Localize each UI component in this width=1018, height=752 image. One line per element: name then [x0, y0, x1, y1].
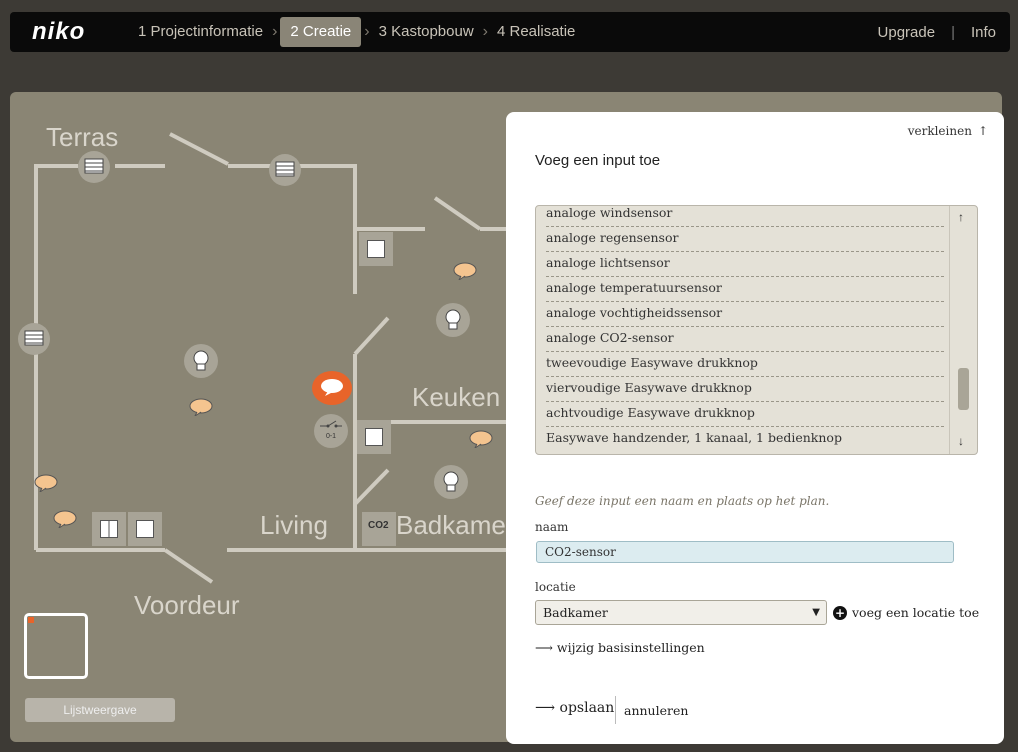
room-label-badkamer: Badkamer [396, 510, 515, 540]
name-label: naam [535, 520, 569, 534]
co2-label: CO2 [368, 520, 389, 531]
list-item[interactable]: Easywave handzender, 1 kanaal, 1 bedienk… [546, 427, 944, 452]
blind-icon[interactable] [18, 323, 50, 355]
change-settings-label: wijzig basisinstellingen [556, 640, 705, 655]
change-settings-link[interactable]: ⟶ wijzig basisinstellingen [535, 640, 705, 655]
chevron-right-icon: › [482, 23, 488, 40]
plus-icon: + [833, 605, 847, 620]
room-label-voordeur: Voordeur [134, 590, 240, 620]
switch-icon[interactable] [128, 512, 162, 546]
location-label: locatie [535, 580, 576, 594]
selected-speech-bubble-icon[interactable] [312, 371, 352, 405]
list-item[interactable]: analoge CO2-sensor [546, 327, 944, 352]
panel-title: Voeg een input toe [535, 152, 661, 169]
list-item[interactable]: viervoudige Easywave drukknop [546, 377, 944, 402]
step-creatie[interactable]: 2 Creatie [280, 17, 362, 47]
room-label-keuken: Keuken [412, 382, 501, 412]
upgrade-link[interactable]: Upgrade [878, 24, 936, 41]
speech-bubble-icon[interactable] [469, 430, 493, 448]
switch-icon[interactable] [357, 420, 391, 454]
co2-sensor-icon[interactable]: CO2 [362, 512, 396, 546]
scroll-down-icon[interactable]: ↓ [958, 434, 964, 448]
speech-bubble-icon[interactable] [453, 262, 477, 280]
nav-separator: | [951, 23, 955, 41]
list-item[interactable]: analoge lichtsensor [546, 252, 944, 277]
list-item[interactable]: analoge regensensor [546, 227, 944, 252]
double-switch-icon[interactable] [92, 512, 126, 546]
minimap-viewport-marker [28, 617, 34, 623]
top-right-links: Upgrade | Info [878, 12, 996, 52]
list-item[interactable]: analoge vochtigheidssensor [546, 302, 944, 327]
wizard-steps: 1 Projectinformatie › 2 Creatie › 3 Kast… [132, 12, 581, 52]
dropdown-arrow-icon: ▼ [812, 607, 820, 618]
save-button[interactable]: ⟶ opslaan [535, 700, 614, 716]
shrink-label: verkleinen [907, 124, 972, 138]
light-bulb-icon[interactable] [434, 465, 468, 499]
location-select-value: Badkamer [543, 605, 608, 620]
blind-icon[interactable] [269, 154, 301, 186]
chevron-right-icon: › [364, 23, 370, 40]
list-item[interactable]: analoge temperatuursensor [546, 277, 944, 302]
arrow-right-icon: ⟶ [535, 640, 557, 655]
add-location-link[interactable]: + voeg een locatie toe [833, 605, 979, 620]
shrink-link[interactable]: verkleinen ↑ [902, 124, 988, 138]
arrow-right-icon: ⟶ [535, 700, 560, 716]
chevron-right-icon: › [272, 23, 278, 40]
hint-text: Geef deze input een naam en plaats op he… [535, 494, 830, 508]
scroll-up-icon[interactable]: ↑ [958, 210, 964, 224]
list-item[interactable]: analoge windsensor [546, 206, 944, 227]
speech-bubble-icon[interactable] [34, 474, 58, 492]
location-select[interactable]: Badkamer ▼ [535, 600, 827, 625]
step-realisatie[interactable]: 4 Realisatie [491, 17, 581, 47]
name-input[interactable]: CO2-sensor [536, 541, 954, 563]
list-item[interactable]: tweevoudige Easywave drukknop [546, 352, 944, 377]
speech-bubble-icon[interactable] [189, 398, 213, 416]
room-label-terras: Terras [46, 122, 119, 152]
save-label: opslaan [559, 700, 615, 716]
step-projectinformatie[interactable]: 1 Projectinformatie [132, 17, 269, 47]
minimap[interactable] [24, 613, 88, 679]
blind-icon[interactable] [78, 151, 110, 183]
switch-label: 0-1 [325, 433, 337, 440]
dimmer-switch-icon[interactable]: 0-1 [314, 414, 348, 448]
list-view-button[interactable]: Lijstweergave [25, 698, 175, 722]
scrollbar-thumb[interactable] [958, 368, 969, 410]
input-type-list[interactable]: analoge windsensor analoge regensensor a… [535, 205, 978, 455]
add-input-panel: verkleinen ↑ Voeg een input toe analoge w… [506, 112, 1004, 744]
step-kastopbouw[interactable]: 3 Kastopbouw [373, 17, 480, 47]
niko-logo: niko [32, 18, 86, 45]
cancel-button[interactable]: annuleren [624, 703, 688, 718]
speech-bubble-icon[interactable] [53, 510, 77, 528]
switch-icon[interactable] [359, 232, 393, 266]
button-divider [615, 696, 616, 724]
list-item[interactable]: achtvoudige Easywave drukknop [546, 402, 944, 427]
room-label-living: Living [260, 510, 328, 540]
arrow-up-icon: ↑ [977, 124, 988, 138]
top-nav-bar: niko 1 Projectinformatie › 2 Creatie › 3… [10, 12, 1010, 52]
light-bulb-icon[interactable] [184, 344, 218, 378]
list-scrollbar[interactable]: ↑ ↓ [949, 206, 977, 454]
add-location-label: voeg een locatie toe [852, 605, 980, 620]
info-link[interactable]: Info [971, 24, 996, 41]
light-bulb-icon[interactable] [436, 303, 470, 337]
